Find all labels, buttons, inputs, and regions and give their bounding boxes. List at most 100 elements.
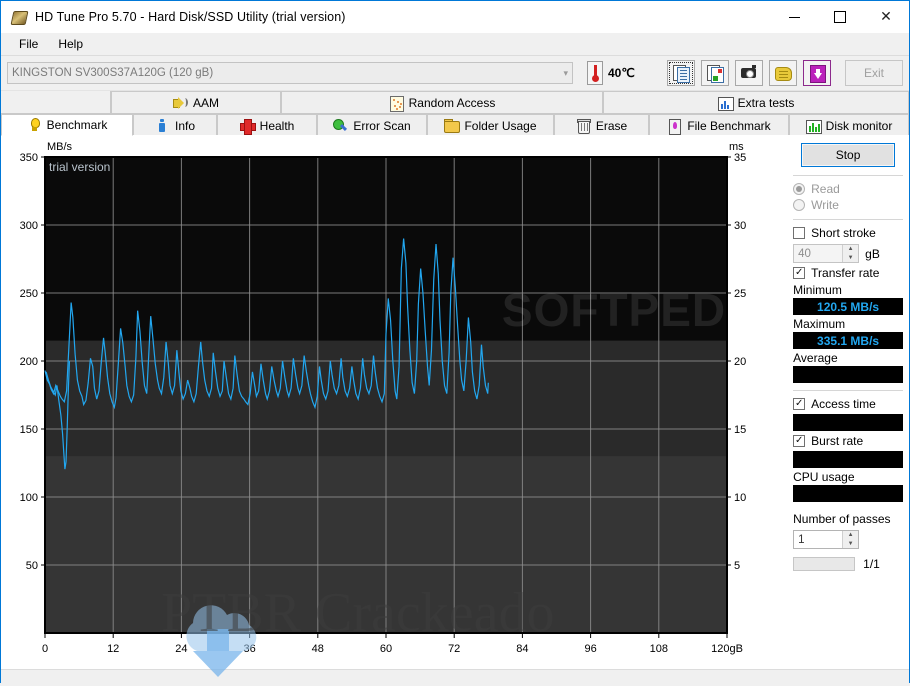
drive-select[interactable]: KINGSTON SV300S37A120G (120 gB) ▾ bbox=[7, 62, 573, 84]
stop-button[interactable]: Stop bbox=[801, 143, 896, 167]
tab-random-access[interactable]: Random Access bbox=[281, 91, 603, 113]
svg-text:250: 250 bbox=[20, 288, 38, 300]
minimum-label: Minimum bbox=[793, 283, 842, 297]
menu-bar: File Help bbox=[1, 33, 909, 56]
access-time-checkbox[interactable]: ✓ Access time bbox=[793, 397, 903, 411]
svg-text:25: 25 bbox=[734, 288, 746, 300]
tab-health[interactable]: Health bbox=[217, 114, 317, 136]
chevron-down-icon: ▾ bbox=[563, 67, 568, 78]
short-stroke-size-input[interactable]: 40 ▲ ▼ bbox=[793, 244, 860, 263]
hard-disk-icon bbox=[10, 9, 29, 25]
app-window: HD Tune Pro 5.70 - Hard Disk/SSD Utility… bbox=[0, 0, 910, 686]
close-button[interactable]: ✕ bbox=[863, 1, 909, 33]
cpu-usage-value bbox=[793, 485, 903, 502]
average-label: Average bbox=[793, 351, 838, 365]
maximum-value: 335.1 MB/s bbox=[793, 332, 903, 349]
control-panel: Stop Read Write Short stroke 40 ▲ ▼ gB ✓… bbox=[786, 135, 909, 669]
cpu-usage-label: CPU usage bbox=[793, 470, 855, 484]
svg-text:20: 20 bbox=[734, 356, 746, 368]
burst-rate-value bbox=[793, 451, 903, 468]
red-cross-icon bbox=[239, 118, 256, 135]
status-bar bbox=[1, 669, 909, 686]
checkbox-checked-icon: ✓ bbox=[793, 398, 806, 410]
lightbulb-icon bbox=[27, 118, 41, 132]
burst-rate-checkbox[interactable]: ✓ Burst rate bbox=[793, 434, 903, 448]
disk-monitor-icon bbox=[805, 119, 822, 134]
thermometer-icon bbox=[587, 61, 603, 85]
image-save-icon bbox=[706, 64, 724, 83]
svg-text:5: 5 bbox=[734, 560, 740, 572]
radio-read-icon bbox=[793, 183, 806, 195]
progress-text: 1/1 bbox=[863, 557, 880, 571]
folder-icon bbox=[444, 118, 461, 133]
svg-text:96: 96 bbox=[584, 643, 596, 655]
save-image-button[interactable] bbox=[701, 60, 729, 86]
menu-help[interactable]: Help bbox=[48, 35, 93, 53]
copy-to-clipboard-button[interactable] bbox=[667, 60, 695, 86]
tab-file-benchmark[interactable]: File Benchmark bbox=[649, 114, 789, 136]
progress-bar bbox=[793, 557, 856, 571]
passes-label: Number of passes bbox=[793, 512, 891, 526]
svg-text:35: 35 bbox=[734, 152, 746, 164]
tab-error-scan[interactable]: Error Scan bbox=[317, 114, 427, 136]
svg-text:0: 0 bbox=[42, 643, 48, 655]
svg-text:350: 350 bbox=[20, 152, 38, 164]
svg-text:300: 300 bbox=[20, 220, 38, 232]
window-controls: ✕ bbox=[771, 1, 909, 33]
minimize-button[interactable] bbox=[771, 1, 817, 33]
svg-text:30: 30 bbox=[734, 220, 746, 232]
passes-input[interactable]: 1 ▲ ▼ bbox=[793, 530, 860, 549]
svg-text:108: 108 bbox=[650, 643, 668, 655]
maximize-button[interactable] bbox=[817, 1, 863, 33]
title-bar: HD Tune Pro 5.70 - Hard Disk/SSD Utility… bbox=[1, 1, 909, 33]
maximum-label: Maximum bbox=[793, 317, 846, 331]
file-benchmark-icon bbox=[667, 118, 682, 135]
exit-button[interactable]: Exit bbox=[845, 60, 903, 86]
svg-text:trial version: trial version bbox=[49, 160, 110, 174]
speaker-icon bbox=[172, 96, 188, 110]
info-icon bbox=[155, 118, 169, 133]
random-dots-icon bbox=[389, 95, 404, 112]
bar-chart-icon bbox=[717, 96, 734, 111]
svg-text:36: 36 bbox=[243, 643, 255, 655]
svg-text:120gB: 120gB bbox=[711, 643, 743, 655]
tab-extra-tests[interactable]: Extra tests bbox=[603, 91, 909, 113]
magnifier-icon bbox=[333, 118, 348, 133]
svg-text:12: 12 bbox=[107, 643, 119, 655]
spinner-arrows[interactable]: ▲ ▼ bbox=[842, 245, 859, 262]
tab-disk-monitor[interactable]: Disk monitor bbox=[789, 114, 909, 136]
window-title: HD Tune Pro 5.70 - Hard Disk/SSD Utility… bbox=[35, 10, 346, 24]
radio-write[interactable]: Write bbox=[793, 198, 903, 212]
menu-file[interactable]: File bbox=[9, 35, 48, 53]
content-area: MB/s ms 50 100 150 200 250 300 350 5 10 15 20 25 30 35 0… bbox=[1, 135, 909, 669]
close-icon: ✕ bbox=[880, 9, 892, 25]
tab-row-top: AAM Random Access Extra tests bbox=[1, 91, 909, 113]
download-button[interactable] bbox=[803, 60, 831, 86]
radio-read[interactable]: Read bbox=[793, 182, 903, 196]
temperature-value: 40℃ bbox=[608, 66, 635, 80]
options-button[interactable] bbox=[769, 60, 797, 86]
short-stroke-size-value: 40 bbox=[798, 247, 811, 260]
tab-row-bottom: Benchmark Info Health Error Scan Folder … bbox=[1, 113, 909, 136]
toolbar: KINGSTON SV300S37A120G (120 gB) ▾ 40℃ Ex… bbox=[1, 56, 909, 91]
tab-erase[interactable]: Erase bbox=[554, 114, 649, 136]
access-time-value bbox=[793, 414, 903, 431]
screenshot-button[interactable] bbox=[735, 60, 763, 86]
checkbox-checked-icon: ✓ bbox=[793, 267, 806, 279]
tab-folder-usage[interactable]: Folder Usage bbox=[427, 114, 554, 136]
transfer-rate-plot: MB/s ms5010015020025030035051015202530350… bbox=[20, 141, 747, 655]
svg-text:50: 50 bbox=[26, 560, 38, 572]
svg-text:72: 72 bbox=[448, 643, 460, 655]
tab-aam[interactable]: AAM bbox=[111, 91, 281, 113]
tab-benchmark[interactable]: Benchmark bbox=[1, 114, 133, 136]
short-stroke-checkbox[interactable]: Short stroke bbox=[793, 226, 903, 240]
tab-info[interactable]: Info bbox=[133, 114, 217, 136]
transfer-rate-checkbox[interactable]: ✓ Transfer rate bbox=[793, 266, 903, 280]
trash-icon bbox=[576, 118, 591, 134]
documents-copy-icon bbox=[672, 64, 690, 83]
svg-text:100: 100 bbox=[20, 492, 38, 504]
radio-write-icon bbox=[793, 199, 806, 211]
benchmark-chart: MB/s ms 50 100 150 200 250 300 350 5 10 15 20 25 30 35 0… bbox=[1, 135, 787, 669]
camera-icon bbox=[740, 64, 758, 82]
spinner-arrows[interactable]: ▲ ▼ bbox=[842, 531, 859, 548]
